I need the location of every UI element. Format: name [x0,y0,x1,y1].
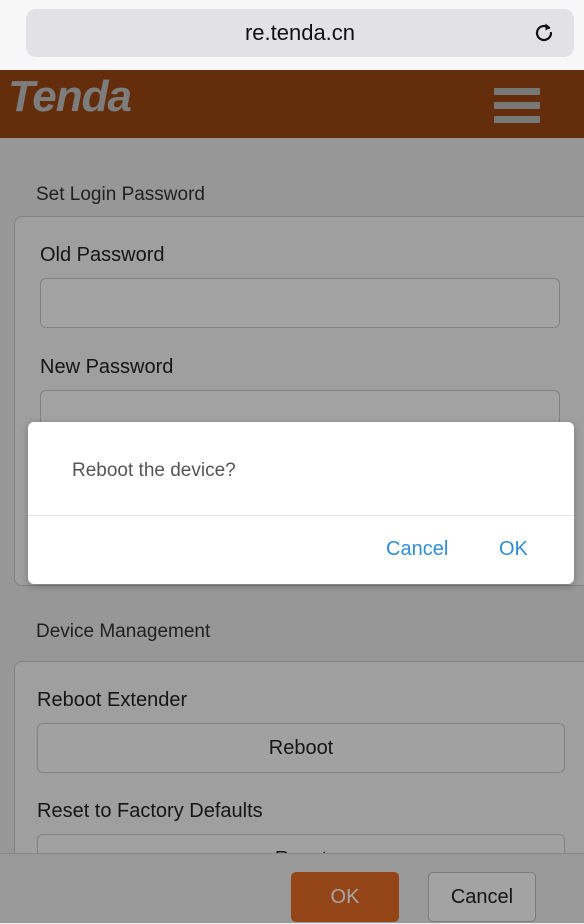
url-text: re.tenda.cn [244,20,356,45]
dialog-ok-button[interactable]: OK [499,538,528,561]
reload-icon[interactable] [532,21,556,45]
reboot-confirm-dialog: Reboot the device? Cancel OK [28,422,574,584]
dialog-divider [28,515,574,516]
browser-address-bar: re.tenda.cn [0,0,584,70]
dialog-message: Reboot the device? [72,460,236,481]
url-field[interactable]: re.tenda.cn [26,9,574,57]
dialog-cancel-button[interactable]: Cancel [386,538,448,561]
